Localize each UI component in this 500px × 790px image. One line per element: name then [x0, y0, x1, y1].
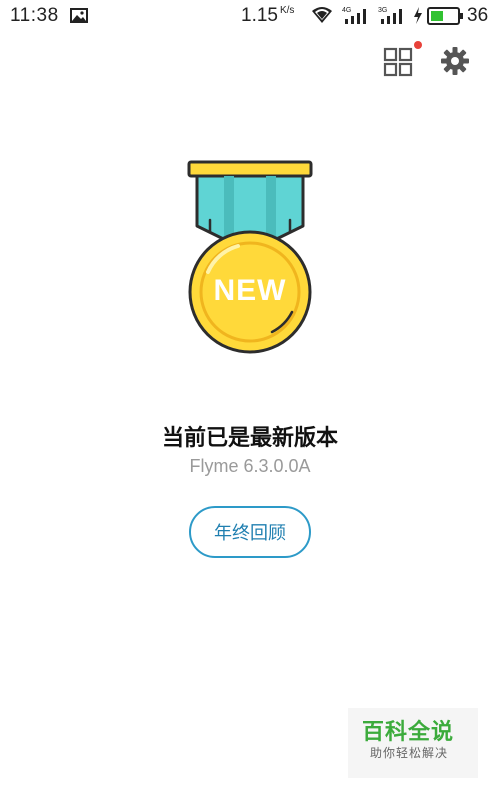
network-speed-unit: K/s [279, 5, 295, 16]
net2-label: 3G [378, 7, 387, 14]
gear-icon[interactable] [440, 46, 470, 76]
signal-4g-icon: 4G [342, 7, 366, 24]
battery-level: 36 [467, 5, 489, 26]
status-time: 11:38 [10, 5, 59, 26]
status-bar: 11:38 1.15 K/s 4G 3G 36 [0, 0, 500, 34]
net1-label: 4G [342, 7, 351, 14]
battery-icon [427, 7, 463, 25]
watermark-title: 百科全说 [362, 720, 455, 745]
version-text: Flyme 6.3.0.0A [189, 456, 311, 476]
watermark: 百科全说 助你轻松解决 [348, 708, 478, 778]
grid-icon[interactable] [382, 46, 414, 78]
notification-dot [414, 41, 422, 49]
medal-graphic [187, 160, 313, 354]
signal-3g-icon: 3G [378, 7, 402, 24]
update-screen: 11:38 1.15 K/s 4G 3G 36 NEW 当前已是最新版本 Fly… [0, 0, 500, 790]
wifi-icon [312, 7, 332, 23]
network-speed: 1.15 K/s [241, 5, 294, 27]
lightning-icon [414, 7, 422, 24]
medal-label: NEW [213, 274, 287, 307]
watermark-subtitle: 助你轻松解决 [370, 746, 449, 760]
update-status-title: 当前已是最新版本 [161, 426, 338, 451]
new-medal: NEW [180, 156, 320, 360]
year-review-button[interactable]: 年终回顾 [189, 506, 311, 558]
network-speed-value: 1.15 [241, 5, 278, 26]
image-icon [70, 8, 88, 23]
